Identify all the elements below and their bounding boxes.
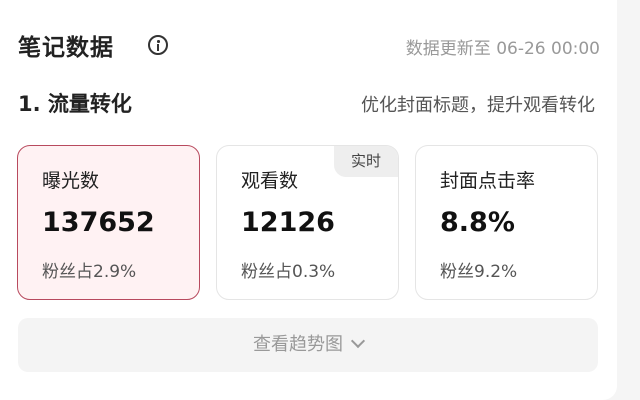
note-data-card: 笔记数据 数据更新至 06-26 00:00 1. 流量转化 优化封面标题，提升… — [0, 0, 617, 400]
metric-card-impressions[interactable]: 曝光数 137652 粉丝占2.9% — [17, 145, 200, 300]
view-trend-button[interactable]: 查看趋势图 — [18, 318, 598, 372]
page-title: 笔记数据 — [18, 35, 114, 61]
metric-value: 12126 — [241, 207, 335, 238]
metric-sub: 粉丝9.2% — [440, 262, 518, 282]
metric-value: 8.8% — [440, 207, 515, 238]
metric-label: 曝光数 — [42, 170, 100, 192]
info-icon[interactable] — [148, 35, 168, 55]
metric-label: 观看数 — [241, 170, 299, 192]
metric-sub: 粉丝占2.9% — [42, 262, 137, 282]
section-title: 1. 流量转化 — [18, 92, 132, 116]
metric-sub: 粉丝占0.3% — [241, 262, 336, 282]
trend-button-label: 查看趋势图 — [253, 334, 343, 355]
metric-value: 137652 — [42, 207, 155, 238]
metric-card-views[interactable]: 观看数 实时 12126 粉丝占0.3% — [216, 145, 399, 300]
update-time: 数据更新至 06-26 00:00 — [405, 39, 600, 59]
section-tip: 优化封面标题，提升观看转化 — [361, 95, 595, 116]
metric-card-cover-ctr[interactable]: 封面点击率 8.8% 粉丝9.2% — [415, 145, 598, 300]
realtime-badge: 实时 — [334, 146, 398, 177]
header: 笔记数据 数据更新至 06-26 00:00 — [18, 22, 600, 62]
metric-label: 封面点击率 — [440, 170, 536, 192]
chevron-down-icon — [350, 333, 366, 349]
